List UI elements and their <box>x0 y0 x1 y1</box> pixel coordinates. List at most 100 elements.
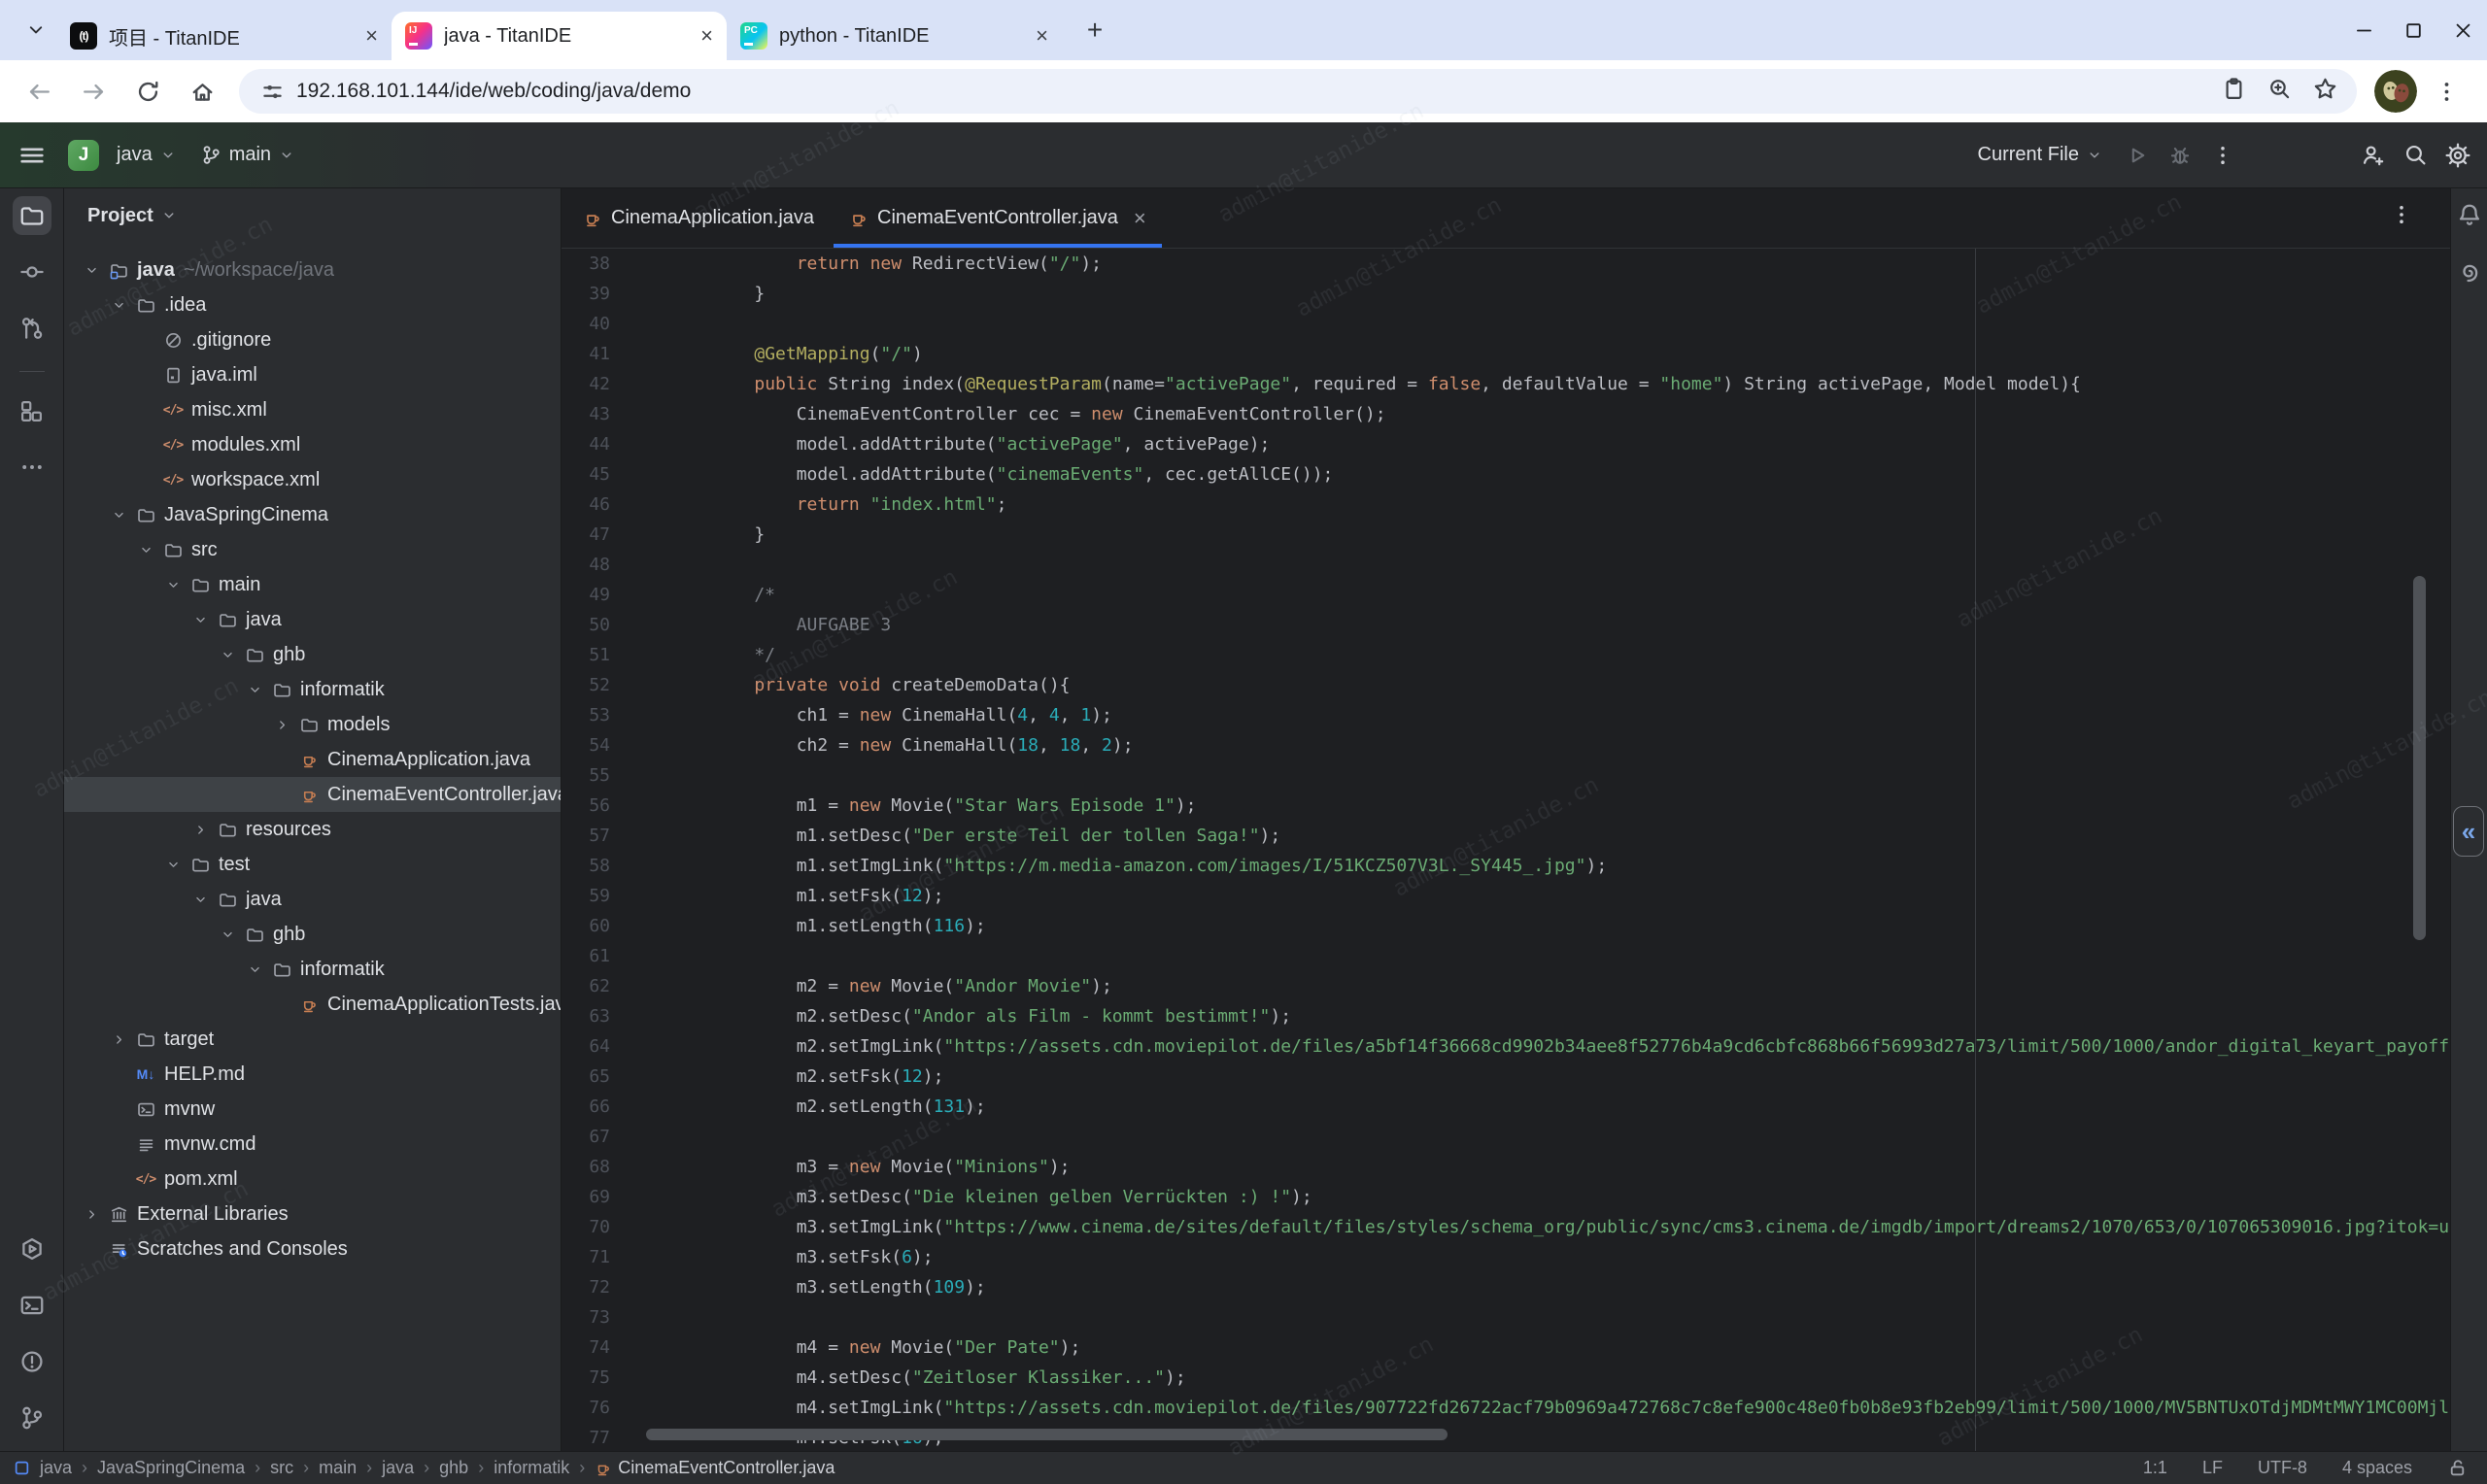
lock-icon[interactable] <box>2447 1458 2468 1478</box>
address-bar[interactable]: 192.168.101.144/ide/web/coding/java/demo <box>239 69 2357 114</box>
tree-chevron-icon[interactable] <box>248 683 271 697</box>
services-tool-icon[interactable] <box>13 1230 51 1268</box>
tree-item-cinemaapplicationtests.java[interactable]: CinemaApplicationTests.java <box>64 987 561 1022</box>
notifications-bell-icon[interactable] <box>2451 202 2487 227</box>
tree-item-pom.xml[interactable]: </>pom.xml <box>64 1162 561 1197</box>
tree-chevron-icon[interactable] <box>193 823 217 837</box>
tree-item-main[interactable]: main <box>64 567 561 602</box>
tab-close-icon[interactable]: × <box>1036 25 1048 47</box>
tab-close-icon[interactable]: × <box>365 25 378 47</box>
breadcrumb-item[interactable]: ghb <box>439 1458 468 1478</box>
tab-close-icon[interactable]: × <box>700 25 713 47</box>
tree-chevron-icon[interactable] <box>139 543 162 557</box>
horizontal-scrollbar[interactable] <box>646 1429 1448 1440</box>
tree-chevron-icon[interactable] <box>166 858 189 872</box>
maximize-button[interactable] <box>2403 20 2424 41</box>
home-icon[interactable] <box>177 70 227 113</box>
tree-item-help.md[interactable]: M↓HELP.md <box>64 1057 561 1092</box>
git-tool-icon[interactable] <box>13 1399 51 1437</box>
encoding[interactable]: UTF-8 <box>2258 1458 2307 1478</box>
tree-item-src[interactable]: src <box>64 532 561 567</box>
pull-requests-tool-icon[interactable] <box>13 309 51 348</box>
line-ending[interactable]: LF <box>2202 1458 2223 1478</box>
profile-avatar[interactable] <box>2374 70 2417 113</box>
tree-item-informatik[interactable]: informatik <box>64 952 561 987</box>
vcs-branch-widget[interactable]: main <box>201 144 294 166</box>
forward-icon[interactable] <box>68 70 119 113</box>
tree-item-mvnw.cmd[interactable]: mvnw.cmd <box>64 1127 561 1162</box>
tree-item-workspace.xml[interactable]: </>workspace.xml <box>64 462 561 497</box>
site-info-icon[interactable] <box>260 80 285 104</box>
debug-button[interactable] <box>2159 134 2201 177</box>
tree-item-scratches-and-consoles[interactable]: Scratches and Consoles <box>64 1231 561 1266</box>
tree-chevron-icon[interactable] <box>85 263 108 278</box>
breadcrumb-item[interactable]: java <box>40 1458 72 1478</box>
tree-chevron-icon[interactable] <box>193 893 217 907</box>
reload-icon[interactable] <box>122 70 173 113</box>
tree-item-resources[interactable]: resources <box>64 812 561 847</box>
tree-chevron-icon[interactable] <box>221 928 244 942</box>
tree-chevron-icon[interactable] <box>248 962 271 977</box>
breadcrumb-item[interactable]: java <box>382 1458 414 1478</box>
tree-item-cinemaeventcontroller.java[interactable]: CinemaEventController.java <box>64 777 561 812</box>
terminal-tool-icon[interactable] <box>13 1286 51 1325</box>
tree-item-java[interactable]: java <box>64 602 561 637</box>
tree-item-cinemaapplication.java[interactable]: CinemaApplication.java <box>64 742 561 777</box>
breadcrumb-item[interactable]: main <box>319 1458 357 1478</box>
tree-chevron-icon[interactable] <box>112 298 135 313</box>
tree-item-informatik[interactable]: informatik <box>64 672 561 707</box>
minimize-button[interactable] <box>2354 20 2374 41</box>
tree-item-misc.xml[interactable]: </>misc.xml <box>64 392 561 427</box>
editor-tab[interactable]: CinemaEventController.java× <box>832 188 1164 248</box>
breadcrumb-item[interactable]: src <box>270 1458 293 1478</box>
project-panel-header[interactable]: Project <box>64 188 561 243</box>
project-tool-icon[interactable] <box>13 196 51 235</box>
editor-tab-options-icon[interactable] <box>2390 203 2413 231</box>
browser-menu-icon[interactable] <box>2435 80 2459 104</box>
breadcrumb-item[interactable]: informatik <box>494 1458 569 1478</box>
commit-tool-icon[interactable] <box>13 253 51 291</box>
ai-assistant-icon[interactable] <box>2451 260 2487 286</box>
browser-tab[interactable]: IJjava - TitanIDE× <box>392 12 727 60</box>
tree-item-target[interactable]: target <box>64 1022 561 1057</box>
clipboard-icon[interactable] <box>2222 77 2246 106</box>
browser-tab[interactable]: (t)项目 - TitanIDE× <box>56 12 392 60</box>
close-window-button[interactable] <box>2453 20 2473 41</box>
tree-chevron-icon[interactable] <box>275 718 298 732</box>
tree-item-ghb[interactable]: ghb <box>64 917 561 952</box>
tree-item-ghb[interactable]: ghb <box>64 637 561 672</box>
structure-tool-icon[interactable] <box>13 391 51 430</box>
project-selector[interactable]: J java <box>68 140 176 171</box>
run-config-selector[interactable]: Current File <box>1978 144 2102 166</box>
editor-tab[interactable]: CinemaApplication.java <box>565 188 832 248</box>
breadcrumb-item[interactable]: JavaSpringCinema <box>97 1458 245 1478</box>
tree-item-java[interactable]: java <box>64 882 561 917</box>
search-everywhere-icon[interactable] <box>2394 134 2436 177</box>
caret-position[interactable]: 1:1 <box>2143 1458 2167 1478</box>
collapse-panel-button[interactable]: « <box>2453 806 2484 857</box>
tree-chevron-icon[interactable] <box>221 648 244 662</box>
vertical-scrollbar[interactable] <box>2413 576 2426 940</box>
tree-item-java[interactable]: java~/workspace/java <box>64 253 561 287</box>
browser-tab[interactable]: PCpython - TitanIDE× <box>727 12 1062 60</box>
tree-item-javaspringcinema[interactable]: JavaSpringCinema <box>64 497 561 532</box>
bookmark-star-icon[interactable] <box>2313 77 2337 106</box>
tab-search-icon[interactable] <box>25 19 47 41</box>
tree-chevron-icon[interactable] <box>112 508 135 523</box>
tree-chevron-icon[interactable] <box>166 578 189 592</box>
tree-item-.gitignore[interactable]: .gitignore <box>64 322 561 357</box>
more-actions-icon[interactable] <box>2201 134 2244 177</box>
tree-item-modules.xml[interactable]: </>modules.xml <box>64 427 561 462</box>
zoom-icon[interactable] <box>2267 77 2292 106</box>
settings-gear-icon[interactable] <box>2436 134 2479 177</box>
indent-setting[interactable]: 4 spaces <box>2342 1458 2412 1478</box>
problems-tool-icon[interactable] <box>13 1342 51 1381</box>
code-with-me-icon[interactable] <box>2351 134 2394 177</box>
main-menu-icon[interactable] <box>17 141 47 170</box>
tree-item-models[interactable]: models <box>64 707 561 742</box>
tab-close-icon[interactable]: × <box>1134 206 1146 231</box>
tree-chevron-icon[interactable] <box>112 1032 135 1047</box>
tree-item-mvnw[interactable]: mvnw <box>64 1092 561 1127</box>
back-icon[interactable] <box>14 70 64 113</box>
tree-chevron-icon[interactable] <box>85 1207 108 1222</box>
